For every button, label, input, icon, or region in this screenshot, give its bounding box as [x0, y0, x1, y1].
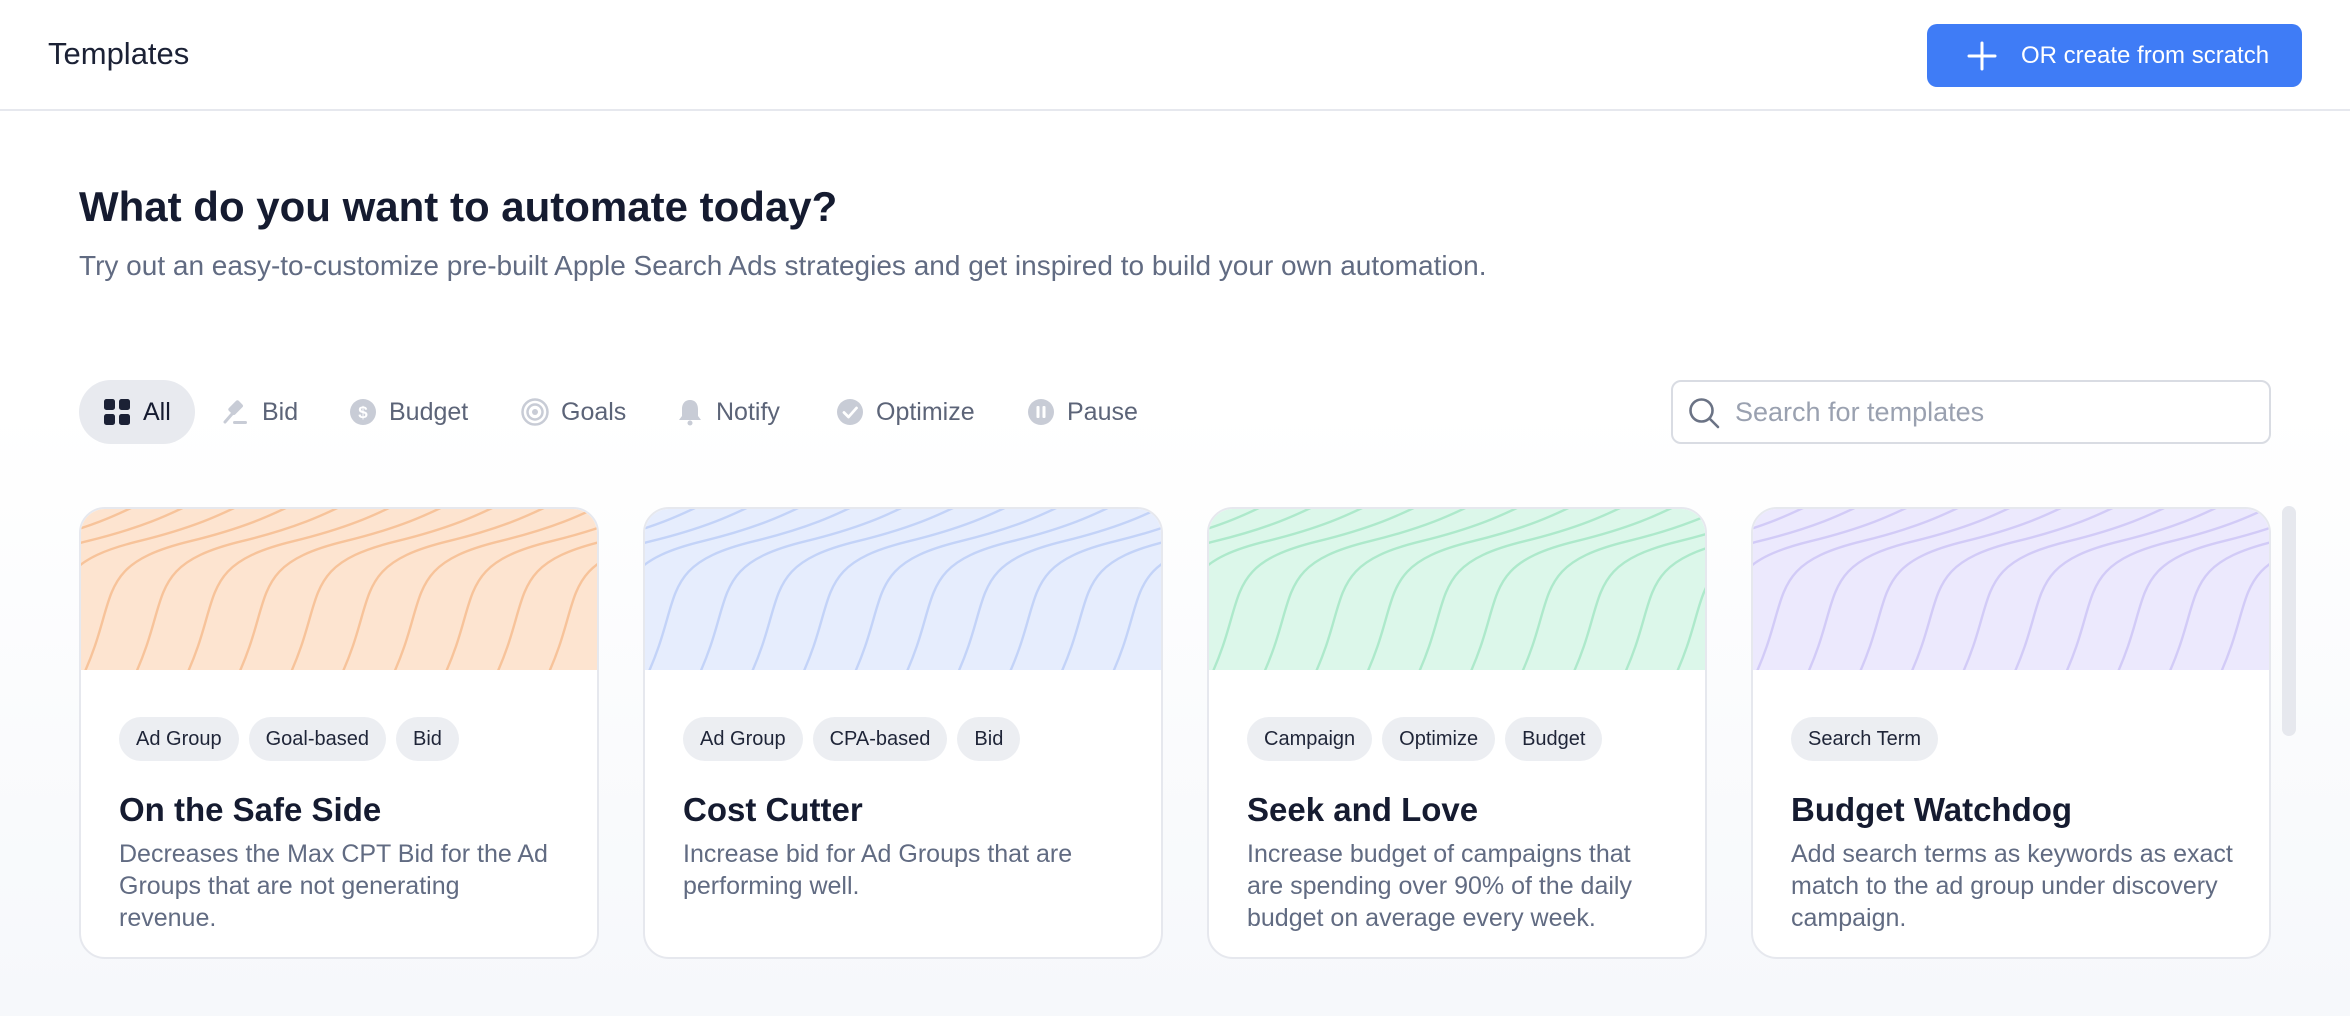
filter-label: Goals — [561, 397, 627, 426]
filter-label: Budget — [389, 397, 469, 426]
filter-all[interactable]: All — [79, 380, 195, 444]
filter-budget[interactable]: $ Budget — [349, 380, 468, 444]
card-title: Seek and Love — [1247, 791, 1479, 828]
search-icon — [1689, 398, 1720, 429]
plus-icon — [1967, 41, 1997, 71]
card-tags: Ad Group CPA-based Bid — [683, 717, 1021, 761]
dollar-icon: $ — [350, 399, 376, 425]
tag: Search Term — [1791, 717, 1939, 761]
tag: Ad Group — [683, 717, 803, 761]
hero-subtitle: Try out an easy-to-customize pre-built A… — [79, 250, 1487, 281]
tag: Campaign — [1247, 717, 1373, 761]
card-banner — [645, 509, 1161, 670]
filter-label: Bid — [262, 397, 299, 426]
pause-icon — [1028, 399, 1054, 425]
scrollbar-thumb[interactable] — [2282, 506, 2296, 736]
tag: Ad Group — [119, 717, 239, 761]
template-card[interactable]: Ad Group Goal-based Bid On the Safe Side… — [79, 507, 599, 959]
search-input[interactable] — [1735, 392, 2255, 432]
template-card[interactable]: Ad Group CPA-based Bid Cost Cutter Incre… — [643, 507, 1163, 959]
filter-label: Optimize — [876, 397, 975, 426]
tag: Optimize — [1382, 717, 1496, 761]
card-description: Decreases the Max CPT Bid for the Ad Gro… — [119, 840, 548, 932]
card-title: On the Safe Side — [119, 791, 382, 828]
page-title: Templates — [48, 36, 190, 71]
tag: CPA-based — [812, 717, 948, 761]
svg-text:$: $ — [358, 403, 368, 422]
tag: Bid — [957, 717, 1021, 761]
card-tags: Ad Group Goal-based Bid — [119, 717, 459, 761]
hero-title: What do you want to automate today? — [79, 183, 838, 230]
filter-optimize[interactable]: Optimize — [836, 380, 975, 444]
tag: Bid — [396, 717, 459, 761]
card-banner — [81, 509, 597, 670]
filter-pause[interactable]: Pause — [1027, 380, 1138, 444]
filter-label: Pause — [1067, 397, 1138, 426]
grid-icon — [104, 399, 130, 425]
tag: Budget — [1505, 717, 1603, 761]
filter-label: All — [143, 397, 171, 426]
bell-icon — [679, 400, 701, 426]
filter-bid[interactable]: Bid — [222, 380, 298, 444]
tag: Goal-based — [248, 717, 387, 761]
template-search — [1671, 380, 2271, 444]
card-tags: Campaign Optimize Budget — [1247, 717, 1603, 761]
card-tags: Search Term — [1791, 717, 1939, 761]
card-title: Cost Cutter — [683, 791, 863, 828]
create-button-label: OR create from scratch — [2021, 42, 2270, 69]
template-card[interactable]: Search Term Budget Watchdog Add search t… — [1751, 507, 2271, 959]
card-title: Budget Watchdog — [1791, 791, 2073, 828]
card-description: Increase budget of campaigns that are sp… — [1247, 840, 1632, 932]
filter-notify[interactable]: Notify — [676, 380, 780, 444]
card-banner — [1209, 509, 1705, 670]
filter-goals[interactable]: Goals — [521, 380, 626, 444]
card-banner — [1753, 509, 2269, 670]
top-bar: Templates OR create from scratch — [0, 0, 2350, 111]
create-from-scratch-button[interactable]: OR create from scratch — [1927, 24, 2302, 87]
card-description: Add search terms as keywords as exact ma… — [1791, 840, 2233, 932]
filter-label: Notify — [716, 397, 780, 426]
check-circle-icon — [837, 399, 863, 425]
card-description: Increase bid for Ad Groups that are perf… — [683, 840, 1073, 900]
template-card[interactable]: Campaign Optimize Budget Seek and Love I… — [1207, 507, 1707, 959]
gavel-icon — [223, 400, 247, 424]
target-icon — [521, 398, 549, 426]
